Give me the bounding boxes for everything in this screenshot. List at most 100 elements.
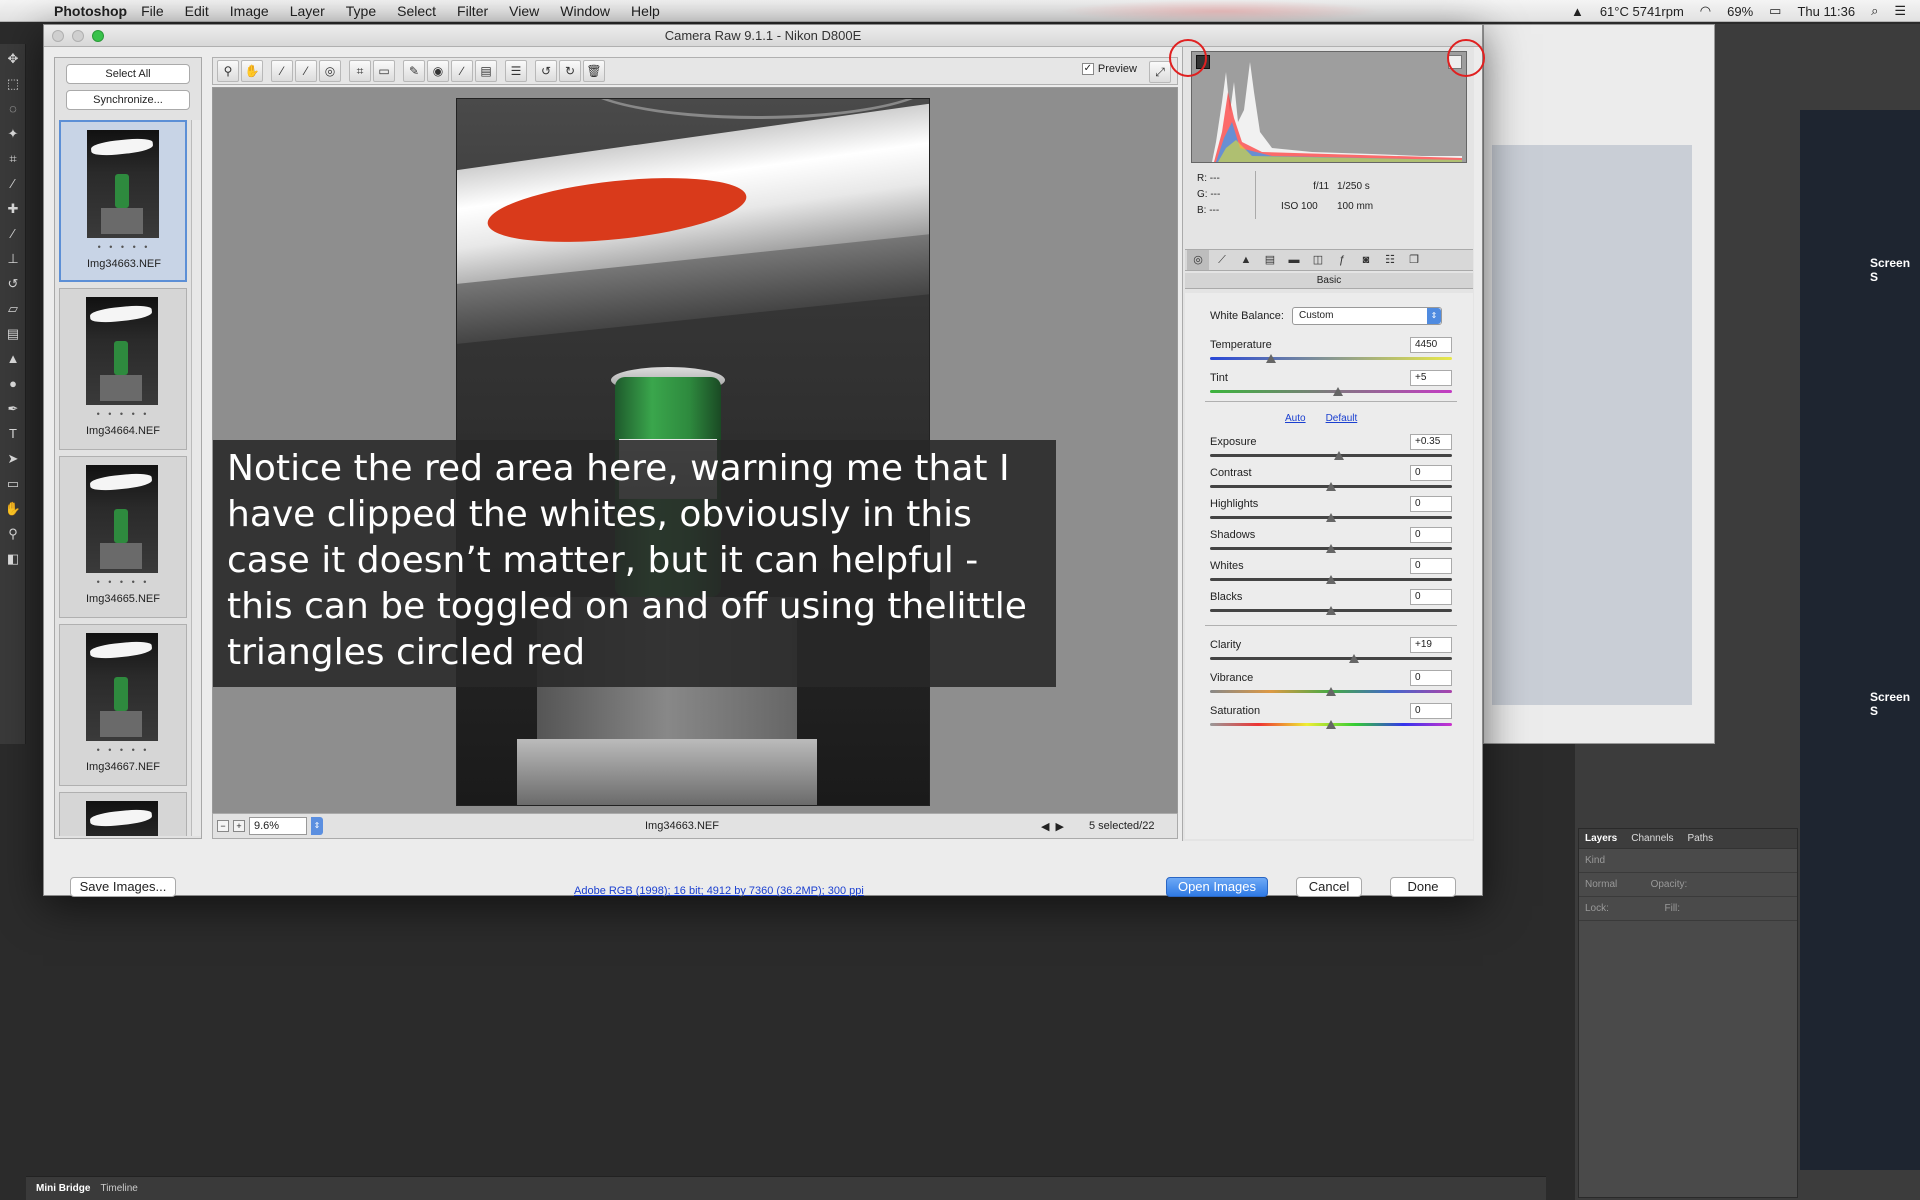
- vibrance-slider[interactable]: Vibrance 0: [1210, 670, 1452, 702]
- white-balance-icon[interactable]: ⁄: [271, 60, 293, 82]
- zoom-out-icon[interactable]: −: [217, 820, 229, 832]
- slider-value[interactable]: 0: [1410, 496, 1452, 512]
- menu-select[interactable]: Select: [397, 3, 436, 19]
- dodge-tool-icon[interactable]: ●: [3, 374, 23, 394]
- rating-stars[interactable]: • • • • •: [60, 577, 186, 587]
- gradient-icon[interactable]: ▤: [3, 324, 23, 344]
- rating-stars[interactable]: • • • • •: [60, 409, 186, 419]
- shape-tool-icon[interactable]: ▭: [3, 474, 23, 494]
- tint-slider[interactable]: Tint +5: [1210, 370, 1452, 402]
- clock[interactable]: Thu 11:36: [1797, 4, 1855, 19]
- slider-track[interactable]: [1210, 454, 1452, 457]
- filmstrip-item[interactable]: • • • • • Img34663.NEF: [59, 120, 187, 282]
- workflow-options-link[interactable]: Adobe RGB (1998); 16 bit; 4912 by 7360 (…: [574, 885, 864, 897]
- presets-tab-icon[interactable]: ☷: [1379, 250, 1401, 270]
- previous-image-icon[interactable]: ◀: [1041, 820, 1049, 833]
- menu-image[interactable]: Image: [230, 3, 269, 19]
- menu-edit[interactable]: Edit: [185, 3, 209, 19]
- split-toning-tab-icon[interactable]: ▬: [1283, 250, 1305, 270]
- shadows-slider[interactable]: Shadows 0: [1210, 527, 1452, 559]
- lasso-tool-icon[interactable]: ◌: [3, 99, 23, 119]
- slider-value[interactable]: 0: [1410, 703, 1452, 719]
- history-brush-icon[interactable]: ↺: [3, 274, 23, 294]
- slider-value[interactable]: +0.35: [1410, 434, 1452, 450]
- highlights-slider[interactable]: Highlights 0: [1210, 496, 1452, 528]
- slider-value[interactable]: 0: [1410, 558, 1452, 574]
- slider-thumb[interactable]: [1326, 606, 1336, 615]
- tab-paths[interactable]: Paths: [1688, 833, 1714, 844]
- temperature-slider[interactable]: Temperature 4450: [1210, 337, 1452, 369]
- slider-value[interactable]: 0: [1410, 670, 1452, 686]
- filmstrip-scrollbar[interactable]: [191, 120, 201, 836]
- type-tool-icon[interactable]: T: [3, 424, 23, 444]
- hand-tool-icon[interactable]: ✋: [3, 499, 23, 519]
- color-swatch-icon[interactable]: ◧: [3, 549, 23, 569]
- blur-tool-icon[interactable]: ▲: [3, 349, 23, 369]
- slider-value[interactable]: 0: [1410, 527, 1452, 543]
- targeted-adjustment-icon[interactable]: ◎: [319, 60, 341, 82]
- notification-icon[interactable]: ☰: [1894, 3, 1906, 19]
- clarity-slider[interactable]: Clarity +19: [1210, 637, 1452, 669]
- battery-readout[interactable]: 69%: [1727, 4, 1753, 19]
- white-balance-select[interactable]: Custom ⇕: [1291, 307, 1442, 325]
- spotlight-icon[interactable]: ⌕: [1871, 3, 1878, 19]
- slider-thumb[interactable]: [1326, 720, 1336, 729]
- slider-track[interactable]: [1210, 657, 1452, 660]
- blend-mode[interactable]: Normal: [1585, 879, 1617, 890]
- screen-label[interactable]: Screen S: [1870, 256, 1920, 284]
- menu-type[interactable]: Type: [346, 3, 376, 19]
- screen-label[interactable]: Screen S: [1870, 690, 1920, 718]
- menu-filter[interactable]: Filter: [457, 3, 488, 19]
- tone-curve-tab-icon[interactable]: ⟋: [1211, 250, 1233, 270]
- slider-thumb[interactable]: [1348, 654, 1359, 663]
- zoom-icon[interactable]: ⚲: [217, 60, 239, 82]
- filmstrip-item[interactable]: • • • • • Img34664.NEF: [59, 288, 187, 450]
- open-images-button[interactable]: Open Images: [1166, 877, 1268, 897]
- saturation-slider[interactable]: Saturation 0: [1210, 703, 1452, 735]
- preferences-icon[interactable]: ☰: [505, 60, 527, 82]
- slider-thumb[interactable]: [1326, 513, 1336, 522]
- straighten-icon[interactable]: ▭: [373, 60, 395, 82]
- slider-thumb[interactable]: [1326, 544, 1336, 553]
- tab-mini-bridge[interactable]: Mini Bridge: [36, 1183, 90, 1194]
- camera-calibration-tab-icon[interactable]: ◙: [1355, 250, 1377, 270]
- next-image-icon[interactable]: ▶: [1055, 820, 1063, 833]
- menu-help[interactable]: Help: [631, 3, 660, 19]
- graduated-filter-icon[interactable]: ▤: [475, 60, 497, 82]
- slider-value[interactable]: 4450: [1410, 337, 1452, 353]
- save-images-button[interactable]: Save Images...: [70, 877, 176, 897]
- slider-value[interactable]: 0: [1410, 589, 1452, 605]
- color-sampler-icon[interactable]: ⁄: [295, 60, 317, 82]
- magic-wand-icon[interactable]: ✦: [3, 124, 23, 144]
- zoom-level[interactable]: 9.6%: [249, 817, 307, 835]
- slider-thumb[interactable]: [1333, 387, 1344, 396]
- slider-value[interactable]: +5: [1410, 370, 1452, 386]
- trash-icon[interactable]: 🗑: [583, 60, 605, 82]
- zoom-in-icon[interactable]: +: [233, 820, 245, 832]
- rating-stars[interactable]: • • • • •: [60, 745, 186, 755]
- detail-tab-icon[interactable]: ▲: [1235, 250, 1257, 270]
- filmstrip-item[interactable]: • • • • • Img34665.NEF: [59, 456, 187, 618]
- kind-filter[interactable]: Kind: [1585, 855, 1605, 866]
- spot-removal-icon[interactable]: ✎: [403, 60, 425, 82]
- adjustment-brush-icon[interactable]: ∕: [451, 60, 473, 82]
- synchronize-button[interactable]: Synchronize...: [66, 90, 190, 110]
- hsl-tab-icon[interactable]: ▤: [1259, 250, 1281, 270]
- slider-thumb[interactable]: [1326, 687, 1336, 696]
- pen-tool-icon[interactable]: ✒: [3, 399, 23, 419]
- zoom-dropdown-icon[interactable]: ⇕: [311, 817, 323, 835]
- contrast-slider[interactable]: Contrast 0: [1210, 465, 1452, 497]
- filmstrip-item[interactable]: • • • • • Img34667.NEF: [59, 624, 187, 786]
- whites-slider[interactable]: Whites 0: [1210, 558, 1452, 590]
- rotate-right-icon[interactable]: ↻: [559, 60, 581, 82]
- menu-view[interactable]: View: [509, 3, 539, 19]
- default-link[interactable]: Default: [1326, 413, 1358, 424]
- slider-thumb[interactable]: [1326, 482, 1336, 491]
- red-eye-icon[interactable]: ◉: [427, 60, 449, 82]
- stamp-tool-icon[interactable]: ⊥: [3, 249, 23, 269]
- slider-thumb[interactable]: [1334, 451, 1345, 460]
- minimize-button[interactable]: [72, 30, 84, 42]
- effects-tab-icon[interactable]: ƒ: [1331, 250, 1353, 270]
- filmstrip-item[interactable]: [59, 792, 187, 836]
- menu-app-name[interactable]: Photoshop: [54, 3, 127, 19]
